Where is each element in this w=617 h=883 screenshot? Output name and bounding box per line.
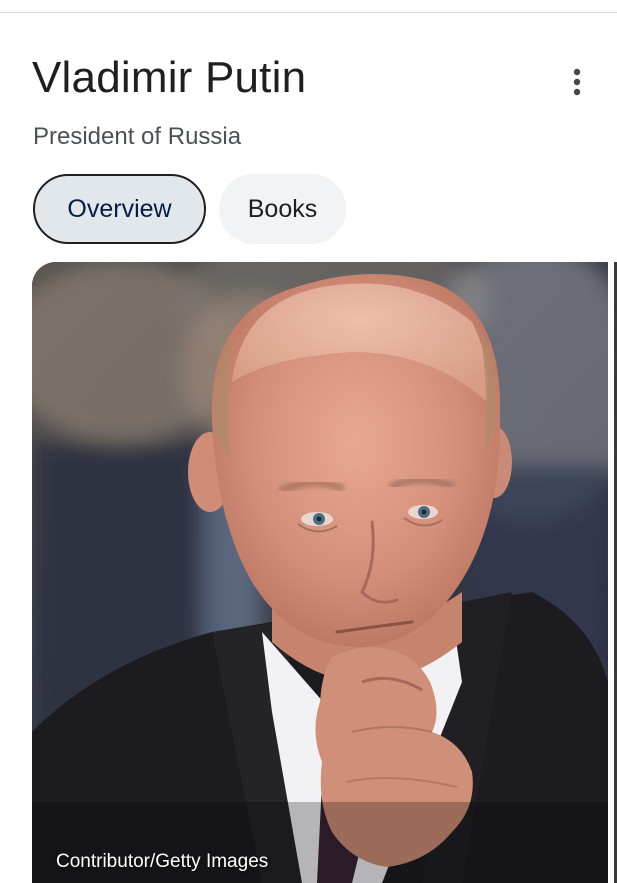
- tab-books-label: Books: [247, 194, 318, 223]
- top-divider: [0, 12, 617, 13]
- tab-overview[interactable]: Overview: [33, 174, 206, 244]
- photo-credit: Contributor/Getty Images: [56, 851, 269, 872]
- tab-books[interactable]: Books: [219, 174, 346, 244]
- more-vert-icon: [573, 68, 581, 96]
- portrait-photo-illustration: [32, 262, 608, 883]
- entity-photo[interactable]: Contributor/Getty Images: [32, 262, 608, 883]
- entity-subtitle: President of Russia: [33, 123, 242, 150]
- more-options-button[interactable]: [561, 62, 593, 102]
- entity-title: Vladimir Putin: [32, 53, 307, 102]
- tab-overview-label: Overview: [67, 194, 172, 223]
